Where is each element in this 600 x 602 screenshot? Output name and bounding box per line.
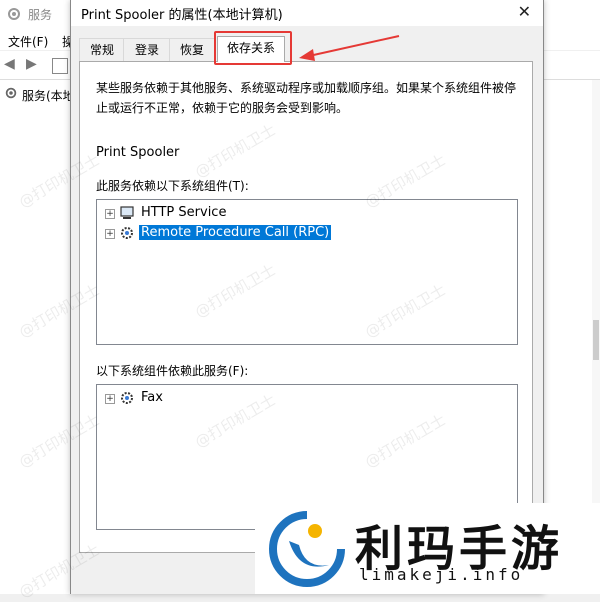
expand-plus-icon[interactable]: + [105, 209, 115, 219]
depends-on-tree[interactable]: + HTTP Service + Remote Procedure Call (… [96, 199, 518, 345]
services-window-title: 服务 [28, 8, 53, 22]
network-monitor-icon [120, 206, 134, 219]
annotation-arrow [299, 35, 400, 61]
menu-file[interactable]: 文件(F) [8, 33, 48, 50]
expand-plus-icon[interactable]: + [105, 394, 115, 404]
back-arrow-icon[interactable]: ◀ [4, 56, 20, 72]
scrollbar-thumb[interactable] [593, 320, 599, 360]
dialog-title: Print Spooler 的属性(本地计算机) [81, 8, 283, 23]
forward-arrow-icon[interactable]: ▶ [26, 56, 42, 72]
tree-node-label: Fax [141, 390, 163, 405]
close-icon[interactable]: ✕ [518, 2, 531, 21]
service-name: Print Spooler [96, 145, 180, 160]
logo-domain: limakeji.info [359, 565, 524, 584]
tab-logon[interactable]: 登录 [123, 38, 171, 61]
depends-on-label: 此服务依赖以下系统组件(T): [96, 179, 249, 193]
services-tree-pane: 服务(本地 [0, 80, 76, 594]
services-gear-icon [5, 87, 17, 99]
tree-item-services-local[interactable]: 服务(本地 [22, 87, 75, 104]
dependencies-description: 某些服务依赖于其他服务、系统驱动程序或加载顺序组。如果某个系统组件被停止或运行不… [96, 81, 517, 115]
services-gear-icon [8, 8, 20, 20]
expand-plus-icon[interactable]: + [105, 229, 115, 239]
tab-recovery[interactable]: 恢复 [169, 38, 215, 61]
logo-emblem-icon [269, 511, 345, 587]
tree-node-label: Remote Procedure Call (RPC) [139, 225, 332, 240]
service-gear-icon [121, 392, 133, 404]
dependencies-panel: 某些服务依赖于其他服务、系统驱动程序或加载顺序组。如果某个系统组件被停止或运行不… [79, 61, 533, 553]
tab-general[interactable]: 常规 [79, 38, 125, 61]
dependents-label: 以下系统组件依赖此服务(F): [96, 364, 249, 378]
service-gear-icon [121, 227, 133, 239]
tab-dependencies[interactable]: 依存关系 [217, 36, 285, 62]
dialog-titlebar: Print Spooler 的属性(本地计算机) ✕ [71, 0, 543, 26]
site-logo: 利玛手游 limakeji.info [255, 503, 600, 594]
console-tree-icon[interactable] [52, 58, 68, 74]
tree-node-label: HTTP Service [141, 205, 227, 220]
